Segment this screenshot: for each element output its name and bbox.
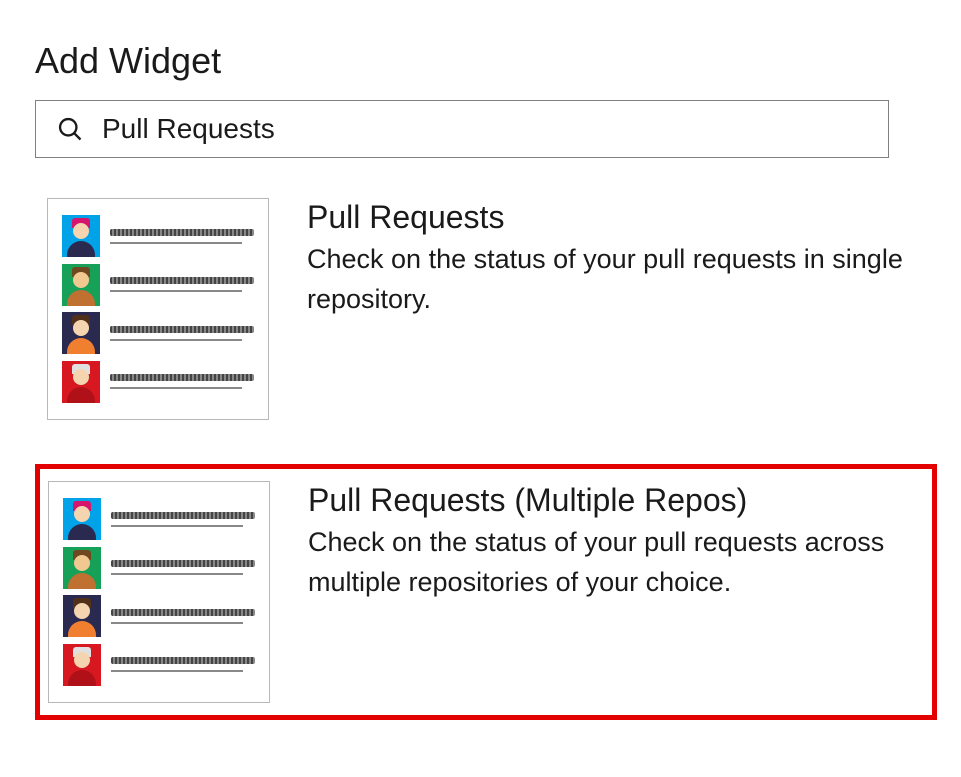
widget-info: Pull Requests Check on the status of you… bbox=[269, 198, 925, 319]
search-icon bbox=[56, 115, 84, 143]
avatar-icon bbox=[63, 547, 101, 589]
widget-title: Pull Requests bbox=[307, 198, 925, 236]
widget-description: Check on the status of your pull request… bbox=[307, 240, 925, 318]
widget-description: Check on the status of your pull request… bbox=[308, 523, 924, 601]
search-input[interactable] bbox=[102, 113, 868, 145]
avatar-icon bbox=[63, 595, 101, 637]
widget-list: Pull Requests Check on the status of you… bbox=[35, 182, 937, 720]
widget-info: Pull Requests (Multiple Repos) Check on … bbox=[270, 481, 924, 602]
avatar-icon bbox=[62, 312, 100, 354]
avatar-icon bbox=[63, 498, 101, 540]
widget-item-pull-requests-multiple[interactable]: Pull Requests (Multiple Repos) Check on … bbox=[35, 464, 937, 720]
avatar-icon bbox=[63, 644, 101, 686]
avatar-icon bbox=[62, 264, 100, 306]
widget-item-pull-requests[interactable]: Pull Requests Check on the status of you… bbox=[35, 182, 937, 436]
widget-title: Pull Requests (Multiple Repos) bbox=[308, 481, 924, 519]
widget-thumbnail bbox=[48, 481, 270, 703]
avatar-icon bbox=[62, 361, 100, 403]
page-title: Add Widget bbox=[35, 40, 926, 82]
widget-thumbnail bbox=[47, 198, 269, 420]
avatar-icon bbox=[62, 215, 100, 257]
search-box[interactable] bbox=[35, 100, 889, 158]
